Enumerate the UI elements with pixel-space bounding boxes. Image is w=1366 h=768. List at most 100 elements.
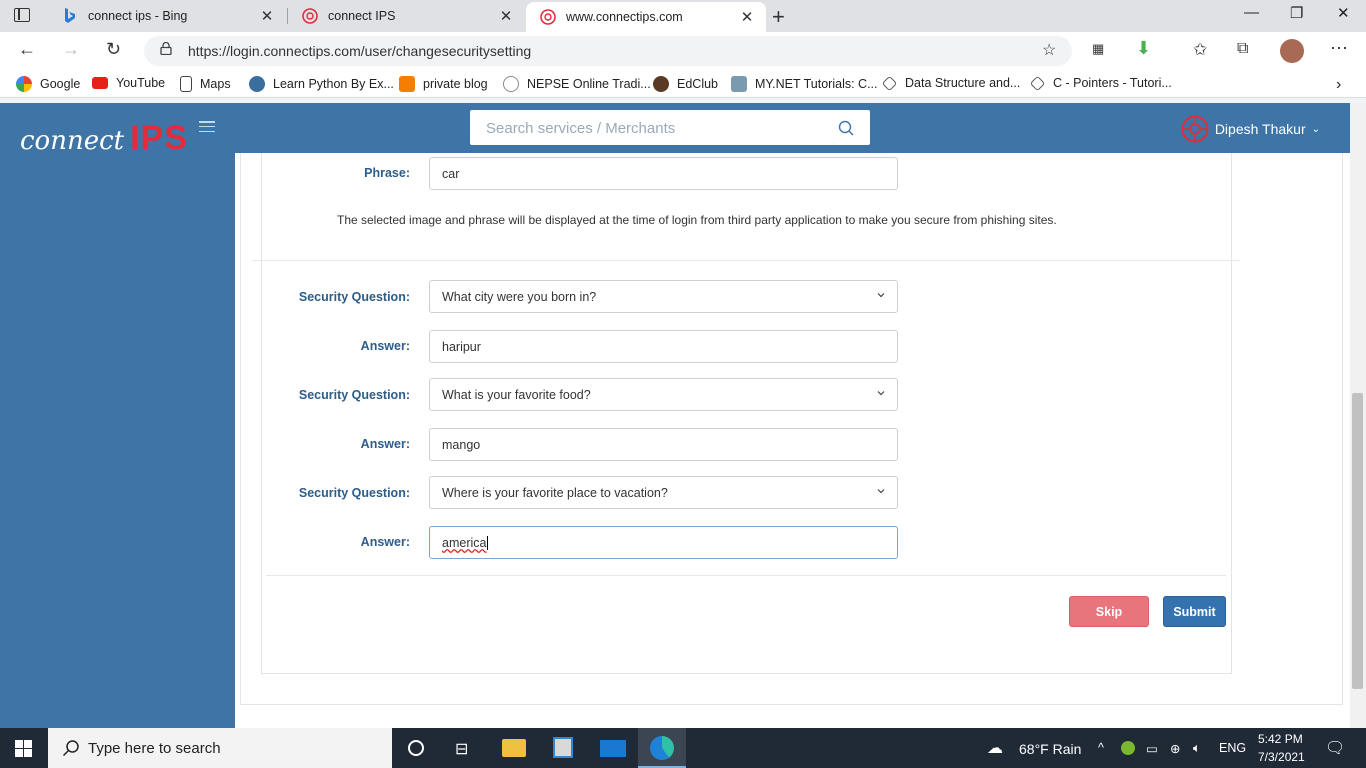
bookmark-python[interactable]: Learn Python By Ex... (249, 76, 394, 92)
back-icon[interactable]: ← (18, 39, 36, 60)
network-icon[interactable]: ⊕ (1170, 741, 1180, 756)
profile-avatar[interactable] (1280, 39, 1304, 63)
select-value: What is your favorite food? (442, 388, 591, 402)
forward-icon[interactable]: → (62, 39, 80, 60)
bookmark-google[interactable]: Google (16, 76, 80, 92)
connectips-logo[interactable]: connect IPS (20, 119, 188, 158)
lock-icon[interactable] (160, 42, 172, 55)
select-value: What city were you born in? (442, 290, 597, 304)
tab-bing[interactable]: connect ips - Bing ✕ (48, 0, 286, 32)
connectips-icon (540, 9, 556, 25)
answer-input-1[interactable]: haripur (429, 330, 898, 363)
bookmark-c-pointers[interactable]: C - Pointers - Tutori... (1029, 75, 1172, 91)
python-icon (249, 76, 265, 92)
windows-taskbar: Type here to search ⊟ ☁ 68°F Rain ^ ▭ ⊕ … (0, 728, 1366, 768)
answer-input-2[interactable]: mango (429, 428, 898, 461)
window-close-icon[interactable]: ✕ (1337, 4, 1350, 22)
bookmark-data-structure[interactable]: Data Structure and... (881, 75, 1021, 91)
bookmark-blog[interactable]: private blog (399, 76, 488, 92)
bookmark-label: private blog (423, 77, 488, 91)
answer-text: america (442, 536, 487, 550)
security-question-select-1[interactable]: What city were you born in? (429, 280, 898, 313)
submit-button[interactable]: Submit (1163, 596, 1226, 627)
refresh-icon[interactable]: ↻ (106, 39, 121, 60)
volume-icon[interactable]: 🔈︎ (1193, 741, 1201, 756)
url-text[interactable]: https://login.connectips.com/user/change… (188, 43, 531, 59)
windows-start-icon[interactable] (15, 740, 32, 757)
user-menu[interactable]: Dipesh Thakur ⌄ (1181, 115, 1320, 143)
close-icon[interactable]: ✕ (736, 8, 758, 26)
divider (266, 575, 1226, 576)
download-icon[interactable]: ⬇ (1136, 38, 1151, 59)
bookmark-nepse[interactable]: NEPSE Online Tradi... (503, 76, 651, 92)
mail-icon[interactable] (600, 740, 626, 757)
task-view-icon[interactable]: ⊟ (455, 739, 468, 759)
tab-connect-ips[interactable]: connect IPS ✕ (288, 0, 525, 32)
cortana-icon[interactable] (408, 740, 424, 756)
bookmark-edclub[interactable]: EdClub (653, 76, 718, 92)
favorites-icon[interactable]: ✩ (1193, 40, 1207, 60)
restore-icon[interactable]: ❐ (1290, 4, 1303, 22)
tab-connectips-active[interactable]: www.connectips.com ✕ (526, 2, 766, 32)
security-question-select-3[interactable]: Where is your favorite place to vacation… (429, 476, 898, 509)
weather-text[interactable]: 68°F Rain (1019, 741, 1081, 757)
search-icon (62, 740, 79, 757)
edge-taskbar-button[interactable] (638, 728, 686, 768)
bookmark-label: Google (40, 77, 81, 91)
more-icon[interactable]: ⋯ (1330, 38, 1348, 59)
file-explorer-icon[interactable] (502, 739, 526, 757)
security-note: The selected image and phrase will be di… (337, 213, 1057, 227)
close-icon[interactable]: ✕ (495, 7, 517, 25)
extension-icon[interactable]: ▦ (1092, 41, 1104, 57)
tutorial-icon (1029, 75, 1046, 91)
logo-text: connect (20, 126, 125, 156)
weather-icon[interactable]: ☁ (987, 738, 1003, 758)
notifications-icon[interactable]: 🗨︎ (1325, 738, 1345, 758)
chevron-down-icon (877, 391, 885, 396)
tray-app-icon[interactable] (1121, 741, 1135, 755)
edge-icon (650, 736, 674, 760)
scrollbar-thumb[interactable] (1352, 393, 1363, 689)
battery-icon[interactable]: ▭ (1146, 741, 1158, 756)
tab-title: connect ips - Bing (88, 9, 188, 23)
edclub-icon (653, 76, 669, 92)
taskbar-search-text: Type here to search (88, 740, 221, 757)
collections-icon[interactable]: ⧉ (1237, 40, 1248, 58)
tab-actions-icon[interactable] (14, 8, 30, 22)
bookmark-youtube[interactable]: YouTube (92, 76, 165, 90)
hamburger-menu-icon[interactable] (199, 121, 215, 133)
chevron-up-icon[interactable]: ^ (1098, 741, 1104, 755)
service-search[interactable]: Search services / Merchants (470, 110, 870, 145)
store-icon[interactable] (553, 737, 573, 758)
security-question-label: Security Question: (298, 290, 410, 304)
language-indicator[interactable]: ENG (1219, 741, 1246, 755)
connectips-user-icon (1181, 115, 1209, 143)
favorite-add-icon[interactable]: ☆ (1042, 40, 1056, 60)
bookmark-maps[interactable]: Maps (180, 76, 231, 92)
page: connect IPS Search services / Merchants D… (0, 103, 1350, 728)
chevron-right-icon[interactable]: › (1336, 76, 1341, 94)
answer-input-3[interactable]: america (429, 526, 898, 559)
phrase-label: Phrase: (364, 166, 410, 180)
bookmark-dotnet[interactable]: MY.NET Tutorials: C... (731, 76, 878, 92)
clock-date[interactable]: 7/3/2021 (1258, 750, 1305, 764)
bookmark-label: Learn Python By Ex... (273, 77, 394, 91)
security-question-select-2[interactable]: What is your favorite food? (429, 378, 898, 411)
taskbar-search[interactable]: Type here to search (48, 728, 392, 768)
bookmark-label: Maps (200, 77, 231, 91)
phrase-input[interactable]: car (429, 157, 898, 190)
minimize-icon[interactable]: — (1244, 4, 1259, 21)
close-icon[interactable]: ✕ (256, 7, 278, 25)
security-question-label: Security Question: (298, 388, 410, 402)
clock-time[interactable]: 5:42 PM (1258, 732, 1303, 746)
page-icon (180, 76, 192, 92)
divider (252, 260, 1240, 261)
blogger-icon (399, 76, 415, 92)
search-input[interactable]: Search services / Merchants (486, 120, 675, 137)
dotnet-icon (731, 76, 747, 92)
security-question-label: Security Question: (298, 486, 410, 500)
search-icon[interactable] (838, 120, 854, 136)
bookmark-label: Data Structure and... (905, 76, 1021, 90)
new-tab-icon[interactable]: + (772, 4, 785, 30)
skip-button[interactable]: Skip (1069, 596, 1149, 627)
